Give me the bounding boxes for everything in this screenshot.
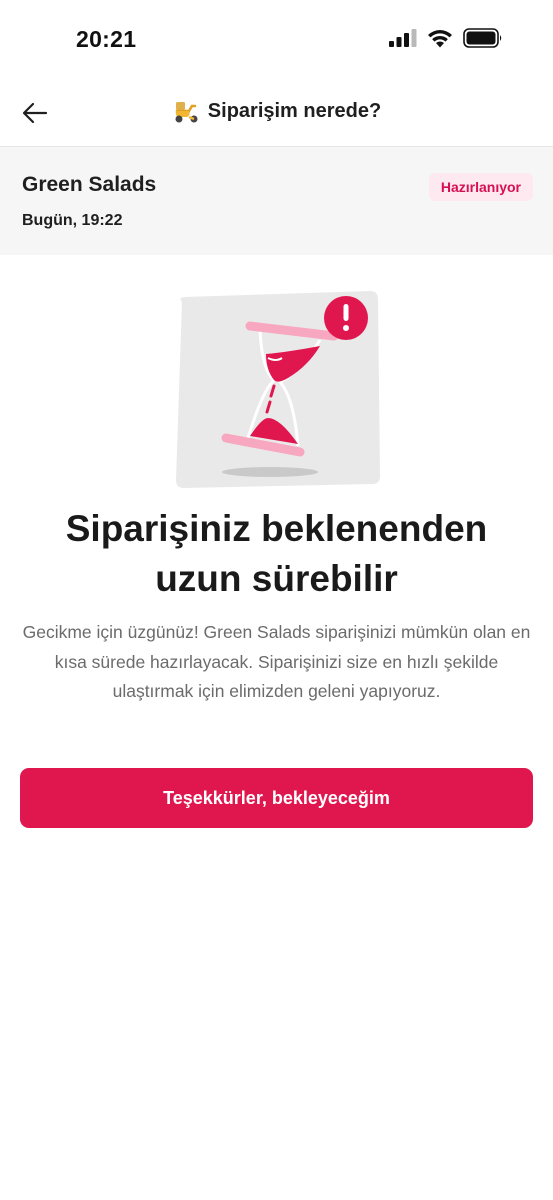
status-icons [389, 28, 503, 48]
order-time: Bugün, 19:22 [22, 212, 123, 229]
scooter-icon [175, 102, 198, 123]
status-bar: 20:21 [0, 0, 553, 80]
nav-bar: Siparişim nerede? [0, 80, 553, 147]
battery-icon [463, 28, 502, 48]
page-title: Siparişim nerede? [207, 99, 382, 122]
confirm-wait-button[interactable]: Teşekkürler, bekleyeceğim [20, 768, 533, 828]
order-card: Green Salads Bugün, 19:22 Hazırlanıyor [0, 147, 553, 255]
hourglass-warning-icon [170, 288, 384, 492]
restaurant-name: Green Salads [22, 173, 157, 196]
headline: Siparişiniz beklenenden uzun sürebilir [65, 508, 488, 599]
body-text: Gecikme için üzgünüz! Green Salads sipar… [22, 622, 531, 701]
signal-icon [389, 29, 417, 47]
wifi-icon [428, 29, 452, 47]
status-time: 20:21 [76, 26, 137, 52]
status-badge: Hazırlanıyor [428, 173, 533, 201]
nav-title-wrap: Siparişim nerede? [0, 98, 553, 124]
